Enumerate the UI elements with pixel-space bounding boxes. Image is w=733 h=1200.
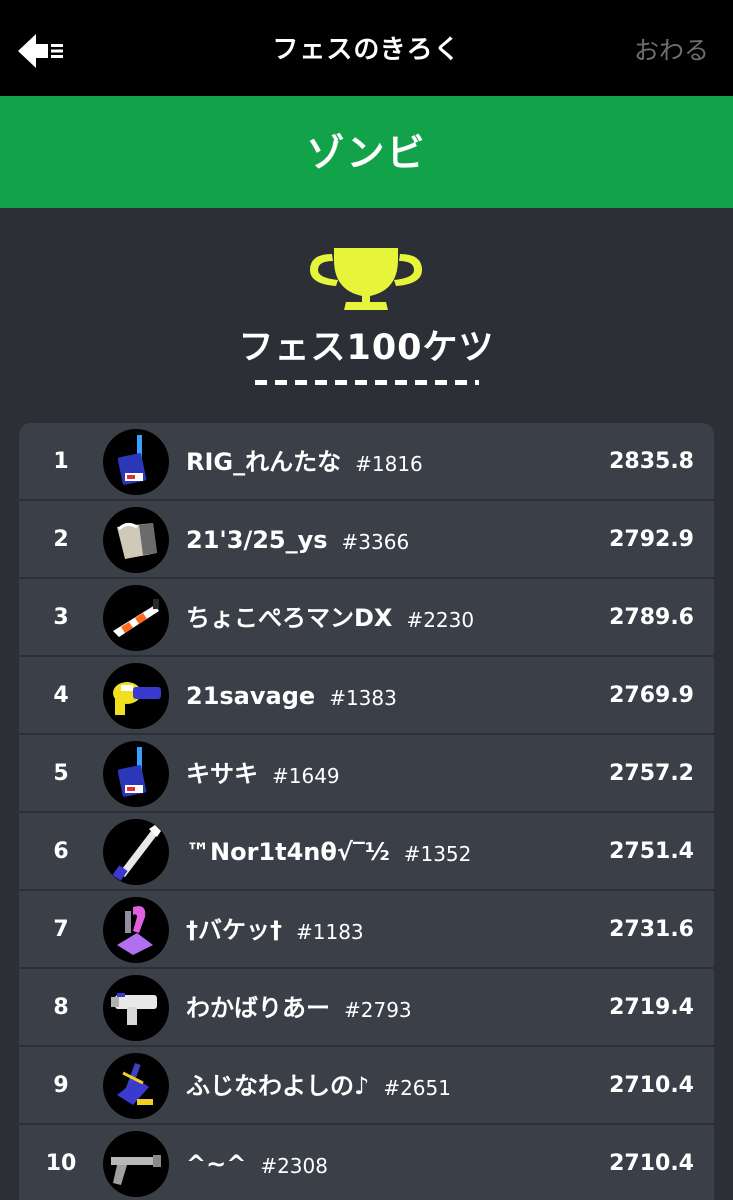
player-id: #2230: [406, 608, 475, 632]
player-id: #2308: [260, 1154, 328, 1178]
splatana-weapon-icon: [103, 819, 169, 885]
title-divider: [255, 380, 479, 385]
player-name: ふじなわよしの♪: [186, 1072, 370, 1100]
player-name: ちょこぺろマンDX: [186, 604, 393, 632]
fest-power: 2751.4: [609, 839, 694, 864]
top-bar: フェスのきろく おわる: [0, 0, 733, 96]
player-name: キサキ: [186, 760, 258, 788]
ranking-row[interactable]: 6 ™Nor1t4nθ√‾½ #1352 2751.4: [19, 813, 714, 891]
player-id: #1352: [403, 842, 472, 866]
player-id: #2793: [344, 998, 412, 1022]
ranking-row[interactable]: 5 キサキ #1649 2757.2: [19, 735, 714, 813]
fest-power: 2769.9: [609, 683, 694, 708]
rank-number: 2: [53, 527, 69, 552]
ranking-list: 1 RIG_れんたな #1816 2835.8 2 21'3/25_ys #3366 2792…: [19, 423, 714, 1200]
rank-number: 9: [53, 1073, 69, 1098]
trophy-icon: [306, 246, 426, 312]
rank-number: 7: [53, 917, 69, 942]
yellow-blaster-weapon-icon: [103, 663, 169, 729]
player-id: #3366: [341, 530, 410, 554]
player-name: 21'3/25_ys: [186, 526, 328, 554]
ranking-row[interactable]: 4 21savage #1383 2769.9: [19, 657, 714, 735]
end-button[interactable]: おわる: [634, 0, 709, 96]
player-id: #1816: [355, 452, 423, 476]
rank-number: 4: [53, 683, 69, 708]
player-name: RIG_れんたな: [186, 448, 342, 476]
grey-charger-weapon-icon: [103, 1131, 169, 1197]
team-banner: ゾンビ: [0, 96, 733, 208]
ranking-row[interactable]: 3 ちょこぺろマンDX #2230 2789.6: [19, 579, 714, 657]
fest-power: 2710.4: [609, 1151, 694, 1176]
ranking-row[interactable]: 10 ^~^ #2308 2710.4: [19, 1125, 714, 1200]
rank-number: 6: [53, 839, 69, 864]
orange-shooter-weapon-icon: [103, 585, 169, 651]
player-id: #2651: [383, 1076, 451, 1100]
fest-power: 2731.6: [609, 917, 694, 942]
purple-brush-weapon-icon: [103, 1053, 169, 1119]
purple-dualies-weapon-icon: [103, 897, 169, 963]
rank-number: 8: [53, 995, 69, 1020]
ranking-title: フェス100ケツ: [238, 328, 495, 368]
rank-number: 5: [53, 761, 69, 786]
player-name: †バケッ†: [186, 916, 282, 944]
fest-power: 2757.2: [609, 761, 694, 786]
ranking-row[interactable]: 7 †バケッ† #1183 2731.6: [19, 891, 714, 969]
player-id: #1383: [329, 686, 397, 710]
player-id: #1183: [296, 920, 364, 944]
rank-number: 1: [53, 449, 69, 474]
ranking-row[interactable]: 8 わかばりあー #2793 2719.4: [19, 969, 714, 1047]
ranking-row[interactable]: 9 ふじなわよしの♪ #2651 2710.4: [19, 1047, 714, 1125]
player-name: ™Nor1t4nθ√‾½: [186, 838, 390, 866]
rank-number: 3: [53, 605, 69, 630]
ranking-row[interactable]: 1 RIG_れんたな #1816 2835.8: [19, 423, 714, 501]
fest-power: 2789.6: [609, 605, 694, 630]
fest-power: 2792.9: [609, 527, 694, 552]
player-name: ^~^: [186, 1150, 247, 1178]
rank-number: 10: [45, 1151, 77, 1176]
page-title: フェスのきろく: [272, 35, 461, 65]
ranking-row[interactable]: 2 21'3/25_ys #3366 2792.9: [19, 501, 714, 579]
team-name: ゾンビ: [306, 131, 427, 175]
blue-brush-weapon-icon: [103, 429, 169, 495]
blue-brush-weapon-icon: [103, 741, 169, 807]
player-id: #1649: [272, 764, 340, 788]
bucket-weapon-icon: [103, 507, 169, 573]
player-name: 21savage: [186, 682, 316, 710]
white-roller-weapon-icon: [103, 975, 169, 1041]
fest-power: 2719.4: [609, 995, 694, 1020]
fest-power: 2710.4: [609, 1073, 694, 1098]
player-name: わかばりあー: [186, 994, 330, 1022]
fest-power: 2835.8: [609, 449, 694, 474]
